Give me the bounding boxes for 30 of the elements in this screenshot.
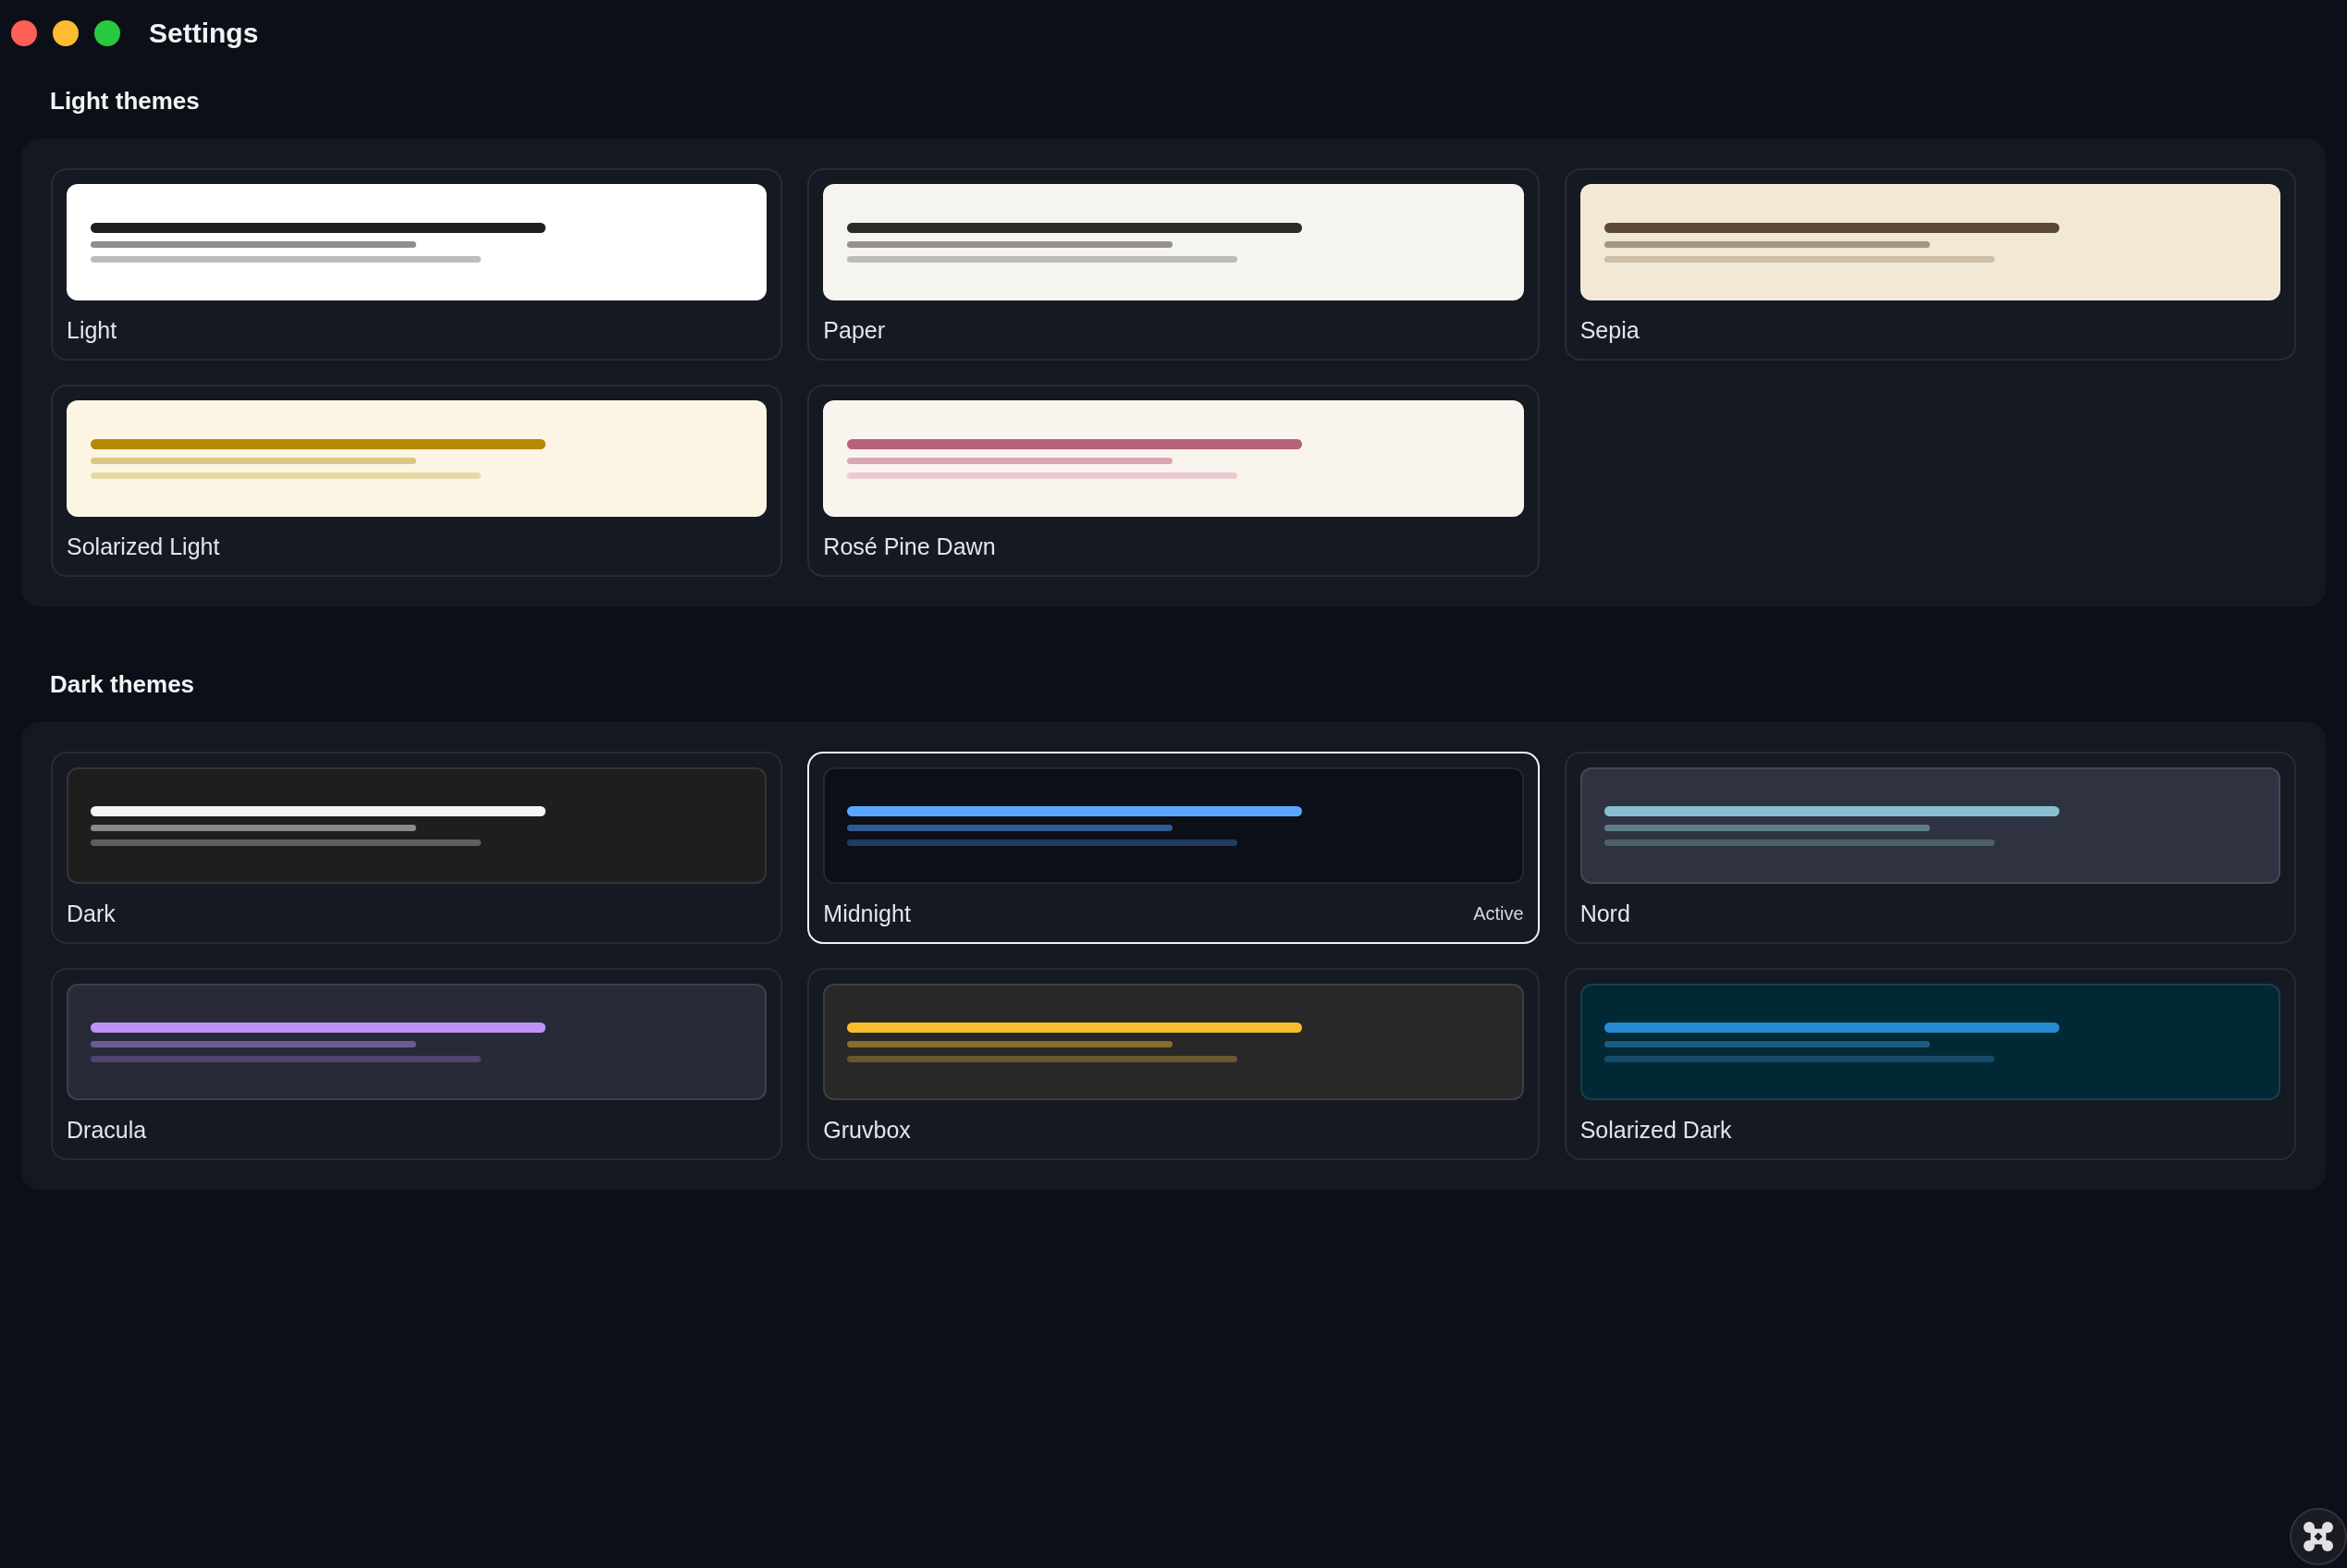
section-heading: Dark themes	[49, 669, 196, 700]
theme-name: Midnight	[823, 900, 911, 928]
minimize-button[interactable]	[53, 20, 79, 46]
theme-name: Solarized Dark	[1579, 1116, 1732, 1145]
theme-name: Sepia	[1579, 316, 1640, 345]
theme-name: Gruvbox	[823, 1116, 911, 1145]
theme-card[interactable]: Paper	[807, 168, 1540, 361]
theme-name: Paper	[823, 316, 886, 345]
theme-card[interactable]: Light	[51, 168, 783, 361]
active-label: Active	[1473, 902, 1524, 925]
close-button[interactable]	[11, 20, 37, 46]
theme-name: Dracula	[67, 1116, 147, 1145]
theme-card[interactable]: Dark	[51, 752, 783, 944]
clover-icon	[2304, 1522, 2333, 1551]
theme-name: Nord	[1579, 900, 1630, 928]
theme-name: Light	[67, 316, 117, 345]
theme-card[interactable]: Midnight Active	[807, 752, 1540, 944]
theme-name: Solarized Light	[67, 533, 220, 561]
window-title: Settings	[149, 17, 259, 50]
theme-card[interactable]: Gruvbox	[807, 968, 1540, 1160]
theme-card[interactable]: Nord	[1564, 752, 2296, 944]
theme-card[interactable]: Sepia	[1564, 168, 2296, 361]
theme-card[interactable]: Solarized Light	[51, 385, 783, 577]
theme-card[interactable]: Solarized Dark	[1564, 968, 2296, 1160]
section-heading: Light themes	[49, 86, 201, 116]
theme-card[interactable]: Dracula	[51, 968, 783, 1160]
theme-name: Dark	[67, 900, 116, 928]
theme-card[interactable]: Rosé Pine Dawn	[807, 385, 1540, 577]
theme-name: Rosé Pine Dawn	[823, 533, 996, 561]
maximize-button[interactable]	[94, 20, 120, 46]
